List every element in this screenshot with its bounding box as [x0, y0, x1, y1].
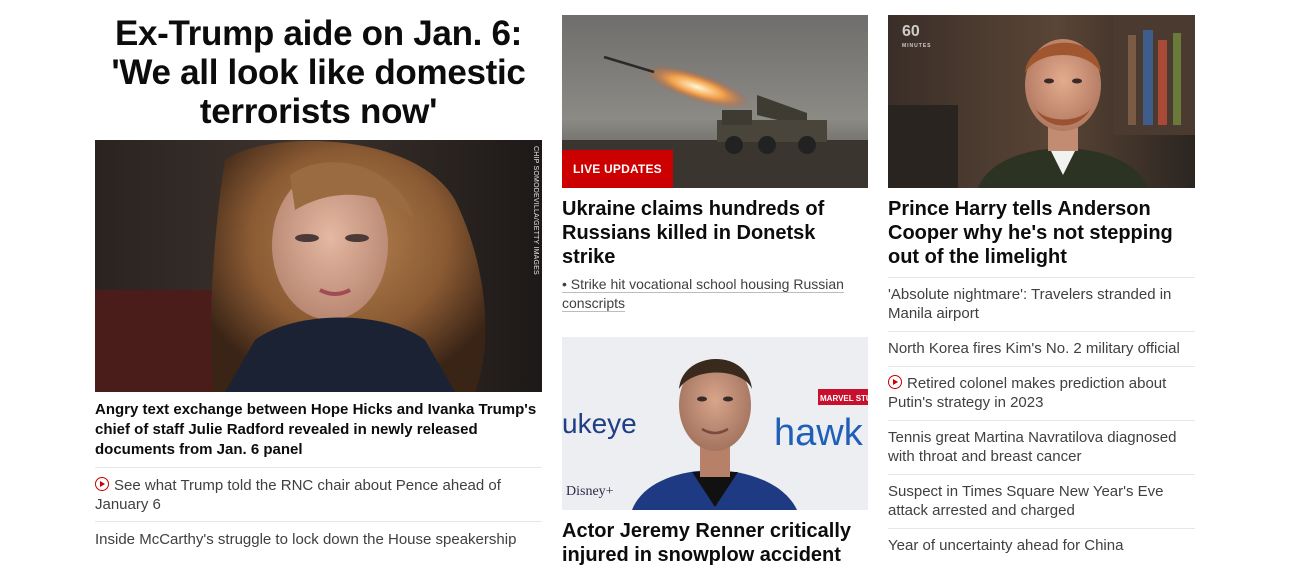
list-item[interactable]: See what Trump told the RNC chair about … — [95, 468, 542, 521]
lead-column: Ex-Trump aide on Jan. 6: 'We all look li… — [95, 0, 542, 556]
backdrop-marvel: MARVEL STUDIOS — [820, 394, 868, 403]
list-item-label: See what Trump told the RNC chair about … — [95, 477, 501, 513]
main-headline[interactable]: Ex-Trump aide on Jan. 6: 'We all look li… — [95, 14, 542, 131]
prince-harry-image[interactable]: 60 MINUTES — [888, 15, 1195, 188]
live-updates-badge[interactable]: LIVE UPDATES — [562, 150, 673, 188]
backdrop-disney: Disney+ — [566, 484, 614, 499]
backdrop-text-right: hawk — [774, 412, 864, 454]
sixty-minutes-logo: 60 MINUTES — [902, 23, 932, 53]
list-item-label: 'Absolute nightmare': Travelers stranded… — [888, 286, 1172, 322]
hero-image-hope-hicks[interactable]: CHIP SOMODEVILLA/GETTY IMAGES — [95, 140, 542, 392]
list-item[interactable]: 'Absolute nightmare': Travelers stranded… — [888, 278, 1195, 331]
ukraine-image[interactable]: LIVE UPDATES — [562, 15, 868, 188]
list-item-label: Inside McCarthy's struggle to lock down … — [95, 531, 517, 548]
renner-image[interactable]: ukeye hawk Disney+ MARVEL STUDIOS — [562, 337, 868, 510]
lead-story-headline[interactable]: Angry text exchange between Hope Hicks a… — [95, 400, 542, 460]
list-item-label: Suspect in Times Square New Year's Eve a… — [888, 483, 1164, 519]
middle-column: LIVE UPDATES Ukraine claims hundreds of … — [562, 0, 868, 567]
bullet-link-text: • Strike hit vocational school housing R… — [562, 276, 844, 312]
list-item[interactable]: Suspect in Times Square New Year's Eve a… — [888, 475, 1195, 528]
play-icon — [888, 375, 902, 389]
list-item-label: Retired colonel makes prediction about P… — [888, 375, 1167, 411]
headline-list: 'Absolute nightmare': Travelers stranded… — [888, 277, 1195, 563]
list-item[interactable]: North Korea fires Kim's No. 2 military o… — [888, 332, 1195, 366]
list-item[interactable]: Tennis great Martina Navratilova diagnos… — [888, 421, 1195, 474]
right-column: 60 MINUTES Prince Harry tells Anderson C… — [888, 0, 1195, 563]
backdrop-text-left: ukeye — [562, 408, 637, 439]
list-item-label: North Korea fires Kim's No. 2 military o… — [888, 340, 1180, 357]
logo-number: 60 — [902, 23, 920, 40]
photo-credit: CHIP SOMODEVILLA/GETTY IMAGES — [532, 146, 539, 275]
prince-harry-photo — [888, 15, 1195, 188]
renner-headline[interactable]: Actor Jeremy Renner critically injured i… — [562, 519, 868, 567]
ukraine-bullet-link[interactable]: • Strike hit vocational school housing R… — [562, 275, 868, 313]
play-icon — [95, 477, 109, 491]
ukraine-headline[interactable]: Ukraine claims hundreds of Russians kill… — [562, 197, 868, 269]
list-item[interactable]: Inside McCarthy's struggle to lock down … — [95, 522, 542, 556]
list-item[interactable]: Retired colonel makes prediction about P… — [888, 367, 1195, 420]
list-item[interactable]: Year of uncertainty ahead for China — [888, 529, 1195, 563]
hero-photo — [95, 140, 542, 392]
list-item-label: Year of uncertainty ahead for China — [888, 537, 1124, 554]
list-item-label: Tennis great Martina Navratilova diagnos… — [888, 429, 1177, 465]
renner-photo: ukeye hawk Disney+ MARVEL STUDIOS — [562, 337, 868, 510]
logo-sub: MINUTES — [902, 43, 932, 49]
harry-headline[interactable]: Prince Harry tells Anderson Cooper why h… — [888, 197, 1195, 269]
main-headline-link[interactable]: Ex-Trump aide on Jan. 6: 'We all look li… — [111, 14, 525, 131]
